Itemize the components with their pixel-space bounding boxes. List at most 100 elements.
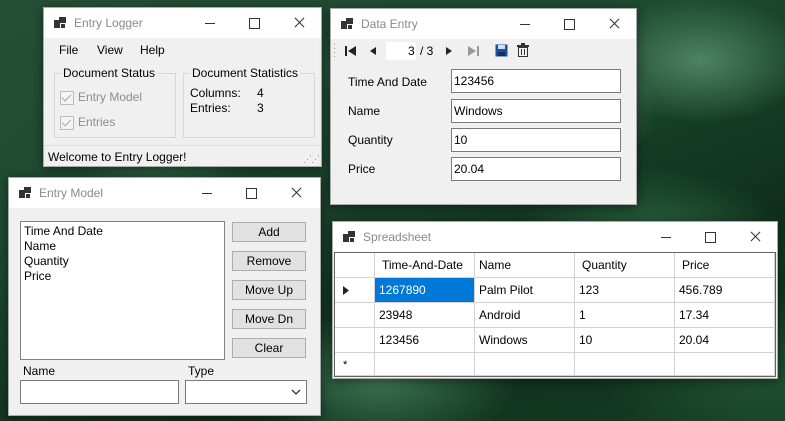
resize-grip-icon[interactable]: ⋰⋰ [303,154,320,165]
columns-value: 4 [257,86,264,100]
grid-cell[interactable]: 20.04 [675,328,775,353]
column-header[interactable]: Quantity [575,253,675,278]
delete-icon[interactable] [517,43,529,57]
price-field[interactable]: 20.04 [451,157,621,181]
maximize-button[interactable] [687,222,733,252]
title-bar[interactable]: Entry Model [9,178,320,208]
navigator-toolbar: · · · · 3 / 3 [331,39,636,63]
maximize-button[interactable] [228,178,274,208]
title-bar[interactable]: Entry Logger [44,8,321,38]
maximize-button[interactable] [546,9,592,39]
name-input[interactable] [20,380,179,404]
entries-checkbox[interactable] [60,116,74,130]
chevron-down-icon [291,389,301,395]
window-title: Data Entry [361,17,418,31]
grid-cell[interactable]: Palm Pilot [475,278,575,303]
name-field[interactable]: Windows [451,99,621,123]
move-last-icon[interactable] [466,45,480,57]
grid-cell[interactable] [575,353,675,376]
grid-cell[interactable]: 17.34 [675,303,775,328]
position-value: 3 [408,44,415,58]
columns-label: Columns: [190,86,241,100]
clear-button[interactable]: Clear [232,338,306,358]
price-label: Price [348,162,376,176]
menu-file[interactable]: File [59,43,78,57]
add-button[interactable]: Add [232,222,306,242]
entry-logger-window: Entry Logger File View Help Document Sta… [43,7,322,167]
data-entry-window: Data Entry · · · · 3 / 3 Time And Date 1234… [330,8,637,205]
grid-cell[interactable]: 123456 [375,328,475,353]
title-bar[interactable]: Spreadsheet [333,222,777,252]
move-first-icon[interactable] [344,45,358,57]
grid-cell[interactable]: 456.789 [675,278,775,303]
entry-model-checkbox[interactable] [60,91,74,105]
count-label: / 3 [420,44,434,58]
quantity-label: Quantity [348,133,393,147]
column-header[interactable]: Price [675,253,775,278]
type-select[interactable] [185,380,307,404]
list-item[interactable]: Quantity [24,254,69,269]
close-button[interactable] [591,9,637,39]
grid-cell[interactable]: 10 [575,328,675,353]
row-header[interactable] [335,328,375,353]
title-bar[interactable]: Data Entry [331,9,636,39]
type-label: Type [188,364,215,378]
menu-view[interactable]: View [97,43,123,57]
app-icon [341,18,353,30]
spreadsheet-window: Spreadsheet Time-And-Date Name Quantity … [332,221,778,379]
window-title: Entry Logger [74,16,143,30]
status-bar: Welcome to Entry Logger! ⋰⋰ [44,145,321,167]
name-label: Name [348,104,381,118]
row-header[interactable] [335,278,375,303]
close-button[interactable] [732,222,778,252]
list-item[interactable]: Price [24,269,51,284]
new-row-marker[interactable]: * [335,353,375,376]
save-icon[interactable] [495,44,508,57]
time-and-date-field[interactable]: 123456 [451,69,621,93]
minimize-button[interactable] [184,178,230,208]
grid-cell[interactable]: 1267890 [375,278,475,303]
grid-cell[interactable]: 1 [575,303,675,328]
minimize-button[interactable] [187,8,233,38]
column-header[interactable]: Name [475,253,575,278]
grid-cell[interactable] [475,353,575,376]
column-header[interactable]: Time-And-Date [375,253,475,278]
document-status-group: Document Status Entry Model Entries [54,66,176,138]
name-label: Name [23,364,56,378]
time-and-date-label: Time And Date [348,75,427,89]
grid-cell[interactable]: 23948 [375,303,475,328]
minimize-button[interactable] [502,9,548,39]
quantity-field[interactable]: 10 [451,128,621,152]
grid-cell[interactable]: Windows [475,328,575,353]
remove-button[interactable]: Remove [232,251,306,271]
app-icon [343,231,355,243]
document-status-legend: Document Status [61,66,158,80]
entries-check-label: Entries [78,115,116,129]
document-statistics-group: Document Statistics Columns: 4 Entries: … [183,66,315,138]
grid-cell[interactable] [375,353,475,376]
move-next-icon[interactable] [444,45,454,57]
close-button[interactable] [276,8,322,38]
status-text: Welcome to Entry Logger! [48,150,187,164]
corner-header[interactable] [335,253,375,278]
row-header[interactable] [335,303,375,328]
minimize-button[interactable] [643,222,689,252]
field-list[interactable]: Time And Date Name Quantity Price [20,221,225,360]
entry-model-check-label: Entry Model [78,90,143,104]
grid-cell[interactable] [675,353,775,376]
move-down-button[interactable]: Move Dn [232,309,306,329]
list-item[interactable]: Time And Date [24,224,103,239]
entry-model-window: Entry Model Time And Date Name Quantity … [8,177,321,416]
move-previous-icon[interactable] [368,45,378,57]
close-button[interactable] [273,178,319,208]
grid-cell[interactable]: Android [475,303,575,328]
menu-help[interactable]: Help [140,43,165,57]
document-statistics-legend: Document Statistics [190,66,301,80]
app-icon [54,17,66,29]
window-title: Entry Model [39,186,104,200]
list-item[interactable]: Name [24,239,56,254]
data-grid[interactable]: Time-And-Date Name Quantity Price 126789… [334,252,776,377]
maximize-button[interactable] [231,8,277,38]
grid-cell[interactable]: 123 [575,278,675,303]
move-up-button[interactable]: Move Up [232,280,306,300]
